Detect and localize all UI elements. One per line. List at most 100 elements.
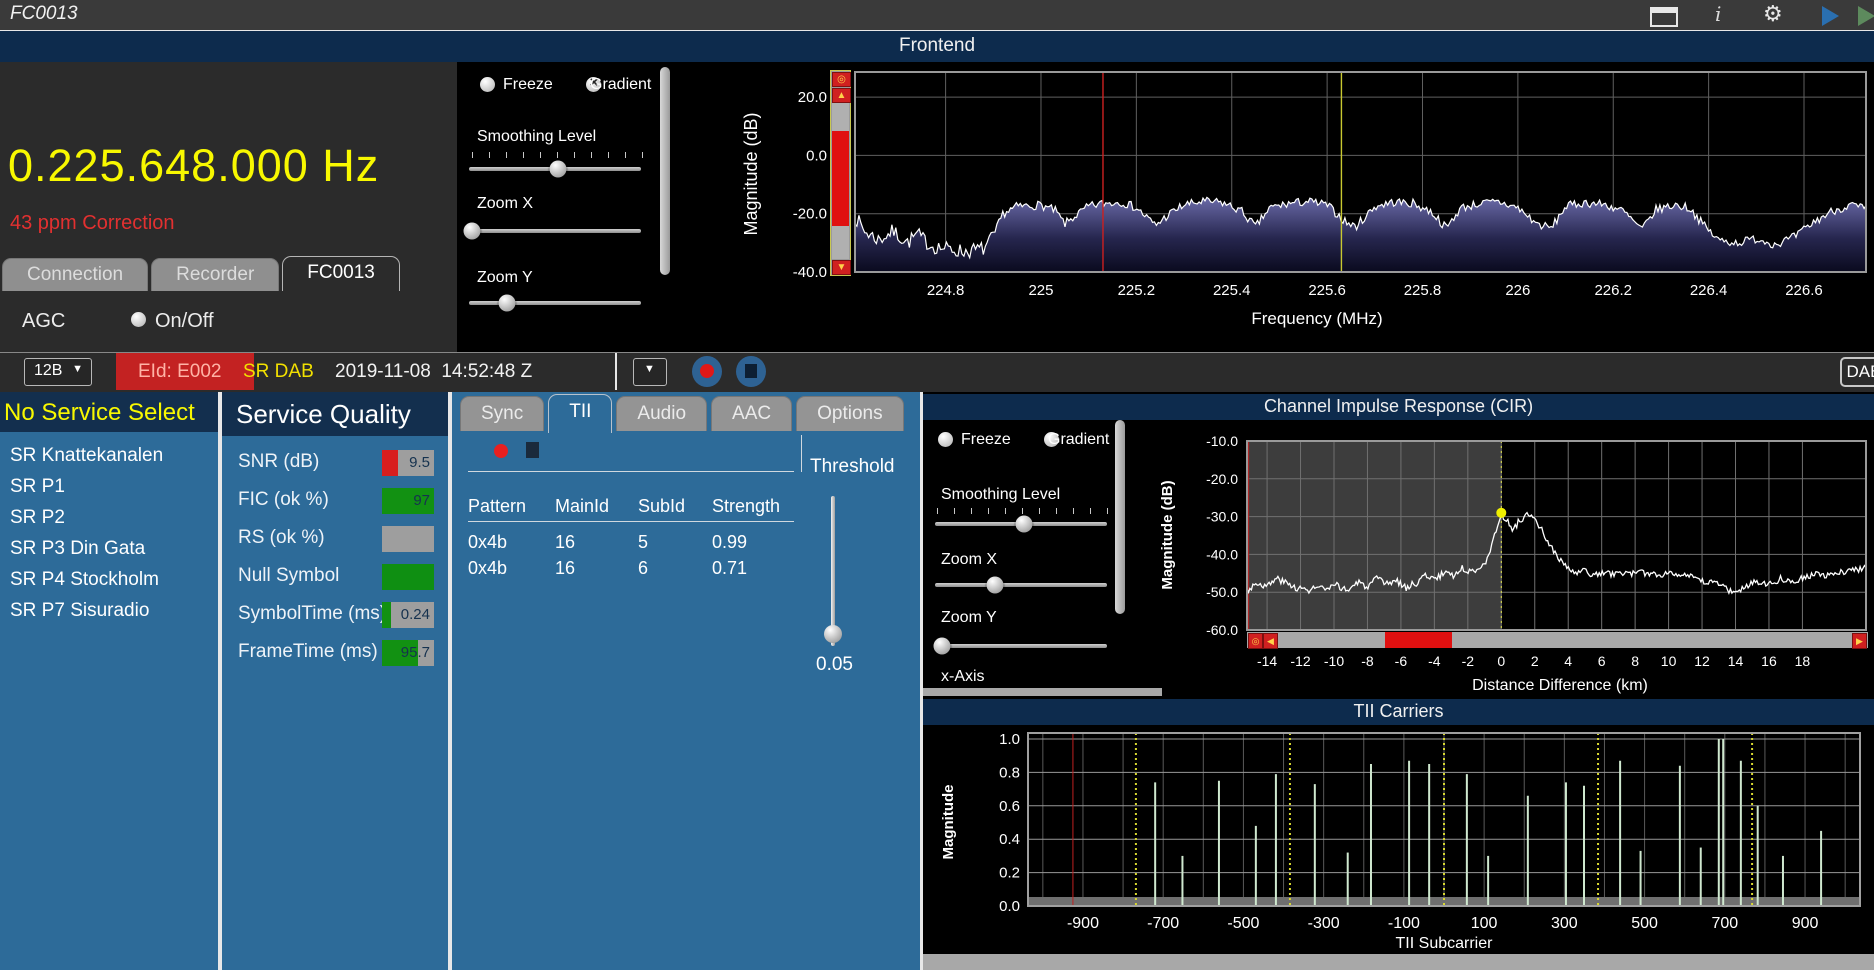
tab-options[interactable]: Options <box>796 396 904 431</box>
quality-bar: 97 <box>382 488 434 514</box>
list-item[interactable]: SR P1 <box>0 471 218 502</box>
frontend-spectrum-plot[interactable]: 224.8 225 225.2 225.4 225.6 225.8 226 226.2 226.… <box>677 62 1874 352</box>
stop-indicator-icon[interactable] <box>526 442 539 458</box>
scroll-track[interactable] <box>832 103 849 131</box>
info-icon[interactable]: i <box>1715 2 1721 26</box>
x-tick-label: -10 <box>1324 653 1344 669</box>
list-item[interactable]: SR P4 Stockholm <box>0 564 218 595</box>
quality-value: 95.7 <box>400 644 430 661</box>
window-icon[interactable] <box>1650 7 1678 27</box>
tii-carriers-plot[interactable]: 1.0 0.8 0.6 0.4 0.2 0.0 -900 -700 -500 -300 -100 10… <box>923 726 1874 952</box>
quality-title: Service Quality <box>236 399 411 429</box>
cir-scroll-home-icon[interactable]: ◎ <box>1248 633 1263 649</box>
list-item[interactable]: SR Knattekanalen <box>0 440 218 471</box>
x-axis-label: Frequency (MHz) <box>1251 309 1382 328</box>
y-tick-label: -30.0 <box>1206 509 1238 525</box>
x-tick-label: -4 <box>1428 653 1441 669</box>
tab-fc0013[interactable]: FC0013 <box>282 256 400 291</box>
threshold-label: Threshold <box>810 456 895 477</box>
zoom-x-slider[interactable] <box>463 222 641 240</box>
table-cell[interactable]: 0.99 <box>712 532 747 553</box>
frontend-title: Frontend <box>898 35 976 56</box>
x-tick-label: 4 <box>1564 653 1572 669</box>
cir-x-scrollbar[interactable]: ◎ ◀ ▶ <box>1247 632 1868 649</box>
freeze-radio[interactable] <box>480 77 495 92</box>
cir-title: Channel Impulse Response (CIR) <box>1263 396 1534 416</box>
cir-scroll-left-icon[interactable]: ◀ <box>1263 633 1278 649</box>
scroll-home-icon[interactable]: ◎ <box>832 72 851 87</box>
y-tick-label: -10.0 <box>1206 433 1238 449</box>
tab-aac[interactable]: AAC <box>711 396 793 431</box>
threshold-handle[interactable] <box>824 625 842 643</box>
selected-service-label: No Service Select <box>4 399 195 426</box>
play-icon-secondary[interactable] <box>1858 6 1874 26</box>
quality-label: RS (ok %) <box>238 527 325 548</box>
channel-select[interactable]: 12B ▼ <box>24 358 92 386</box>
x-tick-label: 300 <box>1551 915 1578 932</box>
play-icon[interactable] <box>1822 6 1839 26</box>
x-tick-label: 225.4 <box>1213 282 1251 299</box>
x-tick-label: 8 <box>1631 653 1639 669</box>
stop-button[interactable] <box>736 356 766 387</box>
y-tick-label: -40.0 <box>793 264 827 281</box>
gradient-label: Gradient <box>590 76 652 93</box>
cir-zoom-y-slider[interactable] <box>933 637 1107 655</box>
x-tick-label: 226.4 <box>1690 282 1728 299</box>
tab-recorder[interactable]: Recorder <box>151 258 280 291</box>
controls-scrollbar[interactable] <box>660 67 670 275</box>
smoothing-slider[interactable] <box>469 160 641 178</box>
agc-radio[interactable] <box>131 312 146 327</box>
cir-scroll-right-icon[interactable]: ▶ <box>1852 633 1867 649</box>
cir-freeze-radio[interactable] <box>938 432 953 447</box>
y-tick-label: 0.4 <box>999 831 1020 848</box>
x-tick-label: 12 <box>1694 653 1710 669</box>
spectrum-y-scrollbar[interactable]: ◎ ▲ ▼ <box>830 70 851 276</box>
spectrum-controls: Freeze × Gradient Smoothing Level Zoom X… <box>457 62 677 352</box>
cir-controls-hscrollbar[interactable] <box>923 688 1162 696</box>
tab-sync[interactable]: Sync <box>460 396 545 431</box>
right-panel-hscrollbar[interactable] <box>923 954 1874 970</box>
list-item[interactable]: SR P2 <box>0 502 218 533</box>
x-tick-label: 500 <box>1631 915 1658 932</box>
tab-audio[interactable]: Audio <box>616 396 708 431</box>
table-cell[interactable]: 16 <box>555 558 575 579</box>
tii-carriers-title: TII Carriers <box>1353 701 1444 721</box>
table-header: MainId <box>555 496 610 516</box>
table-cell[interactable]: 0x4b <box>468 532 507 553</box>
list-item[interactable]: SR P7 Sisuradio <box>0 595 218 626</box>
scroll-track2[interactable] <box>832 226 849 259</box>
x-tick-label: 700 <box>1711 915 1738 932</box>
y-tick-label: 0.0 <box>999 898 1020 915</box>
service-panel: No Service Select SR Knattekanalen SR P1 S… <box>0 392 218 970</box>
tab-connection[interactable]: Connection <box>2 258 149 291</box>
tab-tii[interactable]: TII <box>548 394 613 433</box>
list-item[interactable]: SR P3 Din Gata <box>0 533 218 564</box>
threshold-slider[interactable] <box>824 496 842 646</box>
cir-zoom-x-slider[interactable] <box>935 576 1107 594</box>
quality-row: RS (ok %) <box>222 526 448 552</box>
service-header: No Service Select <box>0 392 218 432</box>
cir-scroll-red-segment[interactable] <box>1384 632 1452 648</box>
agc-onoff-label: On/Off <box>155 310 214 332</box>
x-tick-label: -700 <box>1147 915 1179 932</box>
zoom-y-slider[interactable] <box>469 294 641 312</box>
scroll-up-icon[interactable]: ▲ <box>832 88 851 103</box>
table-cell[interactable]: 0x4b <box>468 558 507 579</box>
x-tick-label: -14 <box>1257 653 1277 669</box>
table-cell[interactable]: 5 <box>638 532 648 553</box>
cir-controls-scrollbar[interactable] <box>1115 420 1125 614</box>
table-cell[interactable]: 6 <box>638 558 648 579</box>
agc-label: AGC <box>22 310 66 332</box>
cir-plot[interactable]: -10.0 -20.0 -30.0 -40.0 -50.0 -60.0 -14 -12 -10 -… <box>1160 420 1874 700</box>
cir-freeze-label: Freeze <box>961 431 1011 448</box>
record-dropdown[interactable]: ▼ <box>633 358 667 386</box>
scroll-down-icon[interactable]: ▼ <box>832 260 851 275</box>
cir-smoothing-slider[interactable] <box>935 515 1107 533</box>
gear-icon[interactable]: ⚙ <box>1763 1 1783 27</box>
record-indicator-icon[interactable] <box>494 444 508 458</box>
table-cell[interactable]: 0.71 <box>712 558 747 579</box>
tii-tabs-panel: Sync TII Audio AAC Options Threshold Pattern… <box>452 392 920 970</box>
scroll-thumb[interactable] <box>832 131 849 226</box>
table-cell[interactable]: 16 <box>555 532 575 553</box>
record-button[interactable] <box>692 356 722 387</box>
